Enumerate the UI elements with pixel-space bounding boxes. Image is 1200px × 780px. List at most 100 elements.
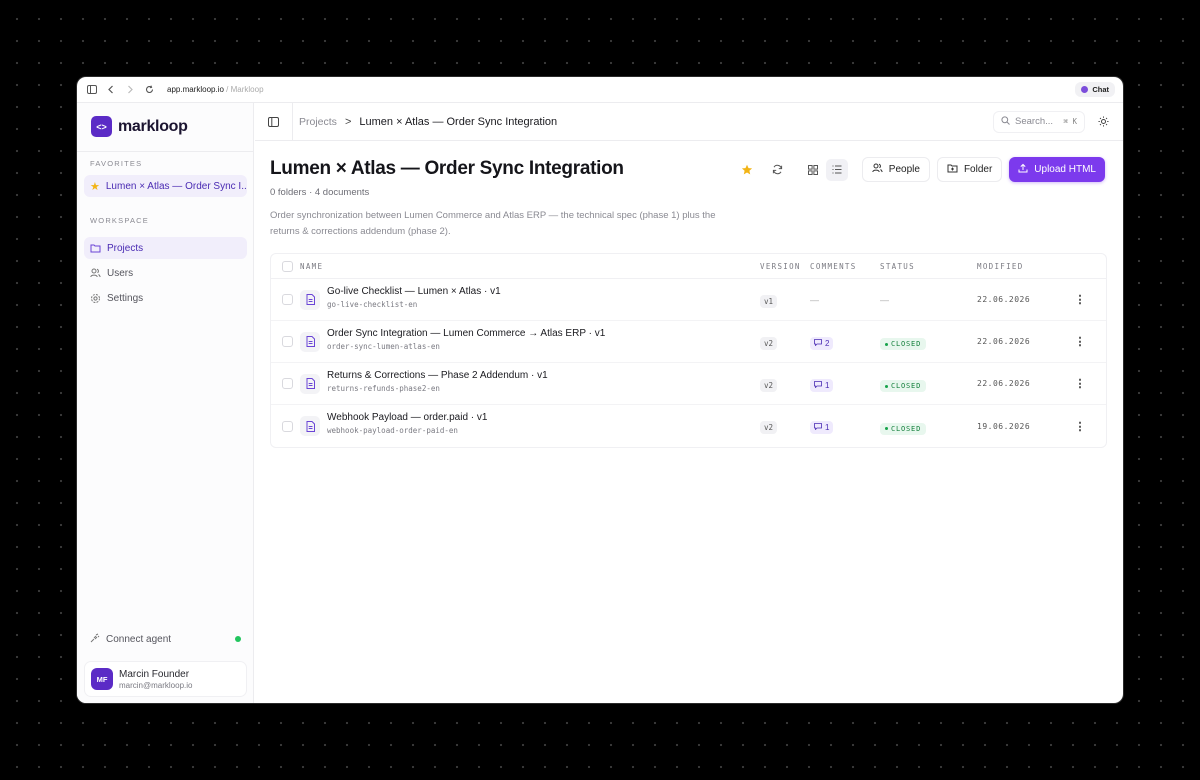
people-icon (872, 163, 883, 176)
project-meta: 0 folders · 4 documents (270, 187, 370, 198)
brand-logo[interactable]: <> markloop (91, 116, 188, 137)
workspace-heading: WORKSPACE (90, 216, 150, 225)
folder-icon (90, 243, 101, 254)
chat-label: Chat (1092, 85, 1109, 94)
people-button[interactable]: People (861, 157, 930, 182)
modified-date: 22.06.2026 (977, 337, 1031, 346)
select-all-checkbox[interactable] (282, 260, 293, 272)
table-row[interactable]: Go-live Checklist — Lumen × Atlas · v1 g… (271, 279, 1106, 321)
document-info: Go-live Checklist — Lumen × Atlas · v1 g… (327, 286, 501, 309)
more-menu-icon[interactable]: ⋮ (1073, 377, 1087, 390)
document-info: Order Sync Integration — Lumen Commerce … (327, 328, 605, 351)
sidebar-item-users[interactable]: Users (84, 262, 247, 284)
more-menu-icon[interactable]: ⋮ (1073, 293, 1087, 306)
header-modified[interactable]: MODIFIED (977, 262, 1024, 271)
comments-count: 2 (825, 338, 830, 348)
sun-icon[interactable] (1093, 112, 1113, 132)
comments-badge[interactable]: 1 (810, 421, 834, 434)
search-icon (1001, 115, 1010, 128)
user-card[interactable]: MF Marcin Founder marcin@markloop.io (84, 661, 247, 697)
gear-icon (90, 293, 101, 304)
row-checkbox[interactable] (282, 336, 293, 347)
header-version[interactable]: VERSION (760, 262, 801, 271)
comments-badge[interactable]: 1 (810, 378, 834, 392)
modified-date: 22.06.2026 (977, 295, 1031, 304)
folder-label: Folder (963, 164, 993, 175)
more-menu-icon[interactable]: ⋮ (1073, 420, 1087, 433)
favorite-item-label: Lumen × Atlas — Order Sync I... (105, 180, 247, 192)
status-badge: CLOSED (880, 338, 927, 350)
refresh-icon[interactable] (766, 158, 790, 182)
sidebar-divider (77, 151, 253, 152)
users-icon (90, 268, 101, 279)
grid-view-icon[interactable] (802, 159, 824, 181)
reload-icon[interactable] (142, 83, 156, 97)
project-actions: People Folder Upload HTML (735, 157, 1105, 182)
address-bar[interactable]: app.markloop.io / Markloop (167, 85, 264, 94)
people-label: People (888, 164, 920, 175)
upload-icon (1018, 163, 1028, 176)
breadcrumb-current: Lumen × Atlas — Order Sync Integration (359, 115, 558, 128)
forward-icon[interactable] (123, 83, 137, 97)
document-slug: webhook-payload-order-paid-en (327, 426, 458, 435)
plug-icon (90, 633, 100, 646)
back-icon[interactable] (104, 83, 118, 97)
table-row[interactable]: Webhook Payload — order.paid · v1 webhoo… (271, 405, 1106, 447)
url-domain: app.markloop.io (167, 85, 224, 94)
chat-button[interactable]: Chat (1075, 82, 1115, 97)
favorite-item[interactable]: ★ Lumen × Atlas — Order Sync I... (84, 175, 247, 197)
table-row[interactable]: Returns & Corrections — Phase 2 Addendum… (271, 363, 1106, 405)
status-dot (885, 342, 888, 346)
document-title[interactable]: Order Sync Integration — Lumen Commerce … (327, 328, 605, 339)
sidebar-toggle-icon[interactable] (85, 83, 99, 97)
version-badge: v1 (760, 294, 778, 308)
breadcrumb-projects[interactable]: Projects (299, 116, 337, 128)
document-slug: go-live-checklist-en (327, 300, 418, 309)
sidebar-item-projects[interactable]: Projects (84, 237, 247, 259)
upload-html-button[interactable]: Upload HTML (1009, 157, 1105, 182)
document-info: Webhook Payload — order.paid · v1 webhoo… (327, 412, 487, 435)
header-name[interactable]: NAME (300, 262, 323, 271)
topbar-divider (292, 102, 293, 141)
document-icon (300, 416, 320, 436)
logo-icon: <> (91, 116, 112, 137)
comment-icon (814, 423, 822, 432)
favorite-star-icon[interactable] (735, 158, 759, 182)
list-view-icon[interactable] (825, 158, 848, 181)
table-header: NAME VERSION COMMENTS STATUS MODIFIED (271, 254, 1106, 279)
document-title[interactable]: Go-live Checklist — Lumen × Atlas · v1 (327, 286, 501, 297)
search-input[interactable]: Search... ⌘ K (993, 110, 1085, 133)
project-description: Order synchronization between Lumen Comm… (270, 210, 716, 237)
document-slug: returns-refunds-phase2-en (327, 384, 440, 393)
document-icon (300, 331, 320, 352)
document-icon (300, 373, 320, 394)
new-folder-button[interactable]: Folder (936, 157, 1003, 182)
status-dot (885, 384, 888, 388)
status-dot (885, 427, 888, 430)
row-checkbox[interactable] (282, 420, 293, 432)
star-icon: ★ (90, 180, 100, 193)
status-empty: — (880, 294, 889, 305)
brand-name: markloop (118, 117, 188, 135)
breadcrumb-separator: > (344, 115, 352, 128)
status-label: CLOSED (891, 424, 922, 433)
top-bar: Projects > Lumen × Atlas — Order Sync In… (255, 102, 1123, 141)
comments-badge[interactable]: 2 (810, 336, 834, 350)
row-checkbox[interactable] (282, 294, 293, 305)
header-status[interactable]: STATUS (880, 262, 915, 271)
search-placeholder: Search... (1015, 116, 1054, 127)
row-checkbox[interactable] (282, 378, 293, 389)
sidebar-item-settings[interactable]: Settings (84, 287, 247, 309)
panel-toggle-icon[interactable] (265, 114, 281, 130)
document-icon (300, 289, 320, 310)
document-title[interactable]: Webhook Payload — order.paid · v1 (327, 412, 487, 423)
more-menu-icon[interactable]: ⋮ (1073, 335, 1087, 348)
document-title[interactable]: Returns & Corrections — Phase 2 Addendum… (327, 370, 548, 381)
page-title: Lumen × Atlas — Order Sync Integration (270, 158, 624, 179)
header-comments[interactable]: COMMENTS (810, 262, 857, 271)
app-window: app.markloop.io / Markloop Chat <> markl… (77, 77, 1123, 703)
connect-agent-button[interactable]: Connect agent (84, 629, 247, 649)
table-row[interactable]: Order Sync Integration — Lumen Commerce … (271, 321, 1106, 363)
search-shortcut: ⌘ K (1063, 117, 1077, 126)
connect-agent-label: Connect agent (106, 633, 172, 645)
